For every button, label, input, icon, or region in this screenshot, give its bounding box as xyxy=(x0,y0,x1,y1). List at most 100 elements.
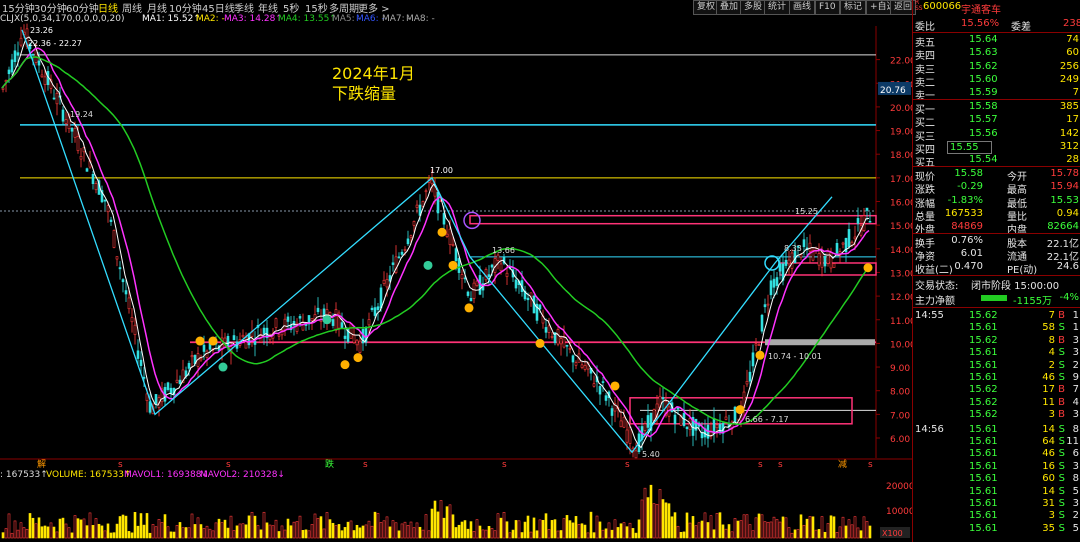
divider xyxy=(913,99,1080,100)
volume-bar xyxy=(502,511,506,539)
divider xyxy=(913,232,1080,234)
order-book-row[interactable]: 买四 15.55 312 xyxy=(913,140,1080,156)
stock-name[interactable]: 宇通客车 xyxy=(961,1,1001,16)
tick-direction: B xyxy=(1058,396,1065,408)
volume-bar xyxy=(376,513,380,539)
volume-bar xyxy=(466,528,470,539)
divider xyxy=(913,275,1080,276)
volume-bar xyxy=(655,503,659,539)
tick-volume: 3 xyxy=(1048,409,1055,421)
divider xyxy=(913,307,1080,308)
order-book-row[interactable]: 买二 15.57 17 xyxy=(913,114,1080,129)
volume-bar xyxy=(94,518,98,539)
order-book-row[interactable]: 买一 15.58 385 xyxy=(913,101,1080,116)
candle-body xyxy=(112,230,116,248)
quote-value: 82664 xyxy=(1047,221,1079,233)
event-marker: s xyxy=(778,460,783,470)
event-marker: 解 xyxy=(37,458,46,470)
tick-volume: 7 xyxy=(1048,310,1055,321)
tick-count: 8 xyxy=(1072,423,1079,435)
kline-chart[interactable]: 22.0021.0020.0019.0018.0017.0016.0015.00… xyxy=(0,0,912,542)
volume-bar xyxy=(262,511,266,539)
level-price: 15.54 xyxy=(969,154,998,166)
volume-bar xyxy=(475,519,479,539)
buy-signal-icon xyxy=(610,381,620,391)
volume-bar xyxy=(694,525,698,539)
event-marker: 减 xyxy=(838,458,847,470)
order-book-row[interactable]: 卖二 15.60 249 xyxy=(913,74,1080,89)
candle-body xyxy=(748,371,752,382)
volume-bar xyxy=(232,530,236,539)
order-book-row[interactable]: 卖三 15.62 256 xyxy=(913,61,1080,76)
candle-body xyxy=(343,335,347,339)
candle-body xyxy=(760,314,764,332)
price-tick-label: 8.00 xyxy=(890,388,910,398)
mavol2-label: MAVOL2: 210328↓ xyxy=(200,470,285,480)
buy-signal-icon xyxy=(863,263,873,273)
quote-value: 24.6 xyxy=(1056,261,1079,273)
candle-body xyxy=(127,297,131,310)
volume-bar xyxy=(682,531,686,539)
level-volume: 28 xyxy=(1066,154,1079,166)
volume-bar xyxy=(112,532,116,539)
volume-bar xyxy=(253,515,257,539)
stock-code[interactable]: 600066 xyxy=(923,1,961,12)
volume-bar xyxy=(190,513,194,539)
volume-bar xyxy=(418,526,422,539)
volume-bar xyxy=(547,529,551,539)
candle-body xyxy=(580,364,584,368)
volume-bar xyxy=(631,528,635,539)
candle-body xyxy=(853,236,857,240)
volume-bar xyxy=(259,529,263,539)
volume-bar xyxy=(280,525,284,539)
volume-bar xyxy=(865,521,869,539)
volume-bar xyxy=(412,527,416,539)
status-label: 交易状态: xyxy=(915,281,959,292)
tick-volume: 35 xyxy=(1042,522,1055,534)
buy-signal-icon xyxy=(735,405,745,415)
candle-body xyxy=(178,379,182,385)
candle-body xyxy=(610,408,614,416)
order-book-row[interactable]: 卖四 15.63 60 xyxy=(913,47,1080,62)
volume-bar xyxy=(775,519,779,539)
volume-bar xyxy=(595,515,599,539)
volume-bar xyxy=(712,529,716,539)
volume-bar xyxy=(274,519,278,539)
volume-bar xyxy=(658,489,662,539)
volume-bar xyxy=(88,512,92,539)
volume-bar xyxy=(97,523,101,539)
candle-body xyxy=(358,340,362,353)
tick-row: 15.61 58 S 1 xyxy=(913,322,1080,335)
stock-header: R SS 600066 宇通客车 xyxy=(913,0,1080,16)
volume-bar xyxy=(214,522,218,539)
volume-bar xyxy=(757,513,761,539)
candle-body xyxy=(475,280,479,286)
price-tick-label: 12.00 xyxy=(890,293,912,303)
volume-bar xyxy=(526,515,530,539)
price-tick-label: 19.00 xyxy=(890,128,912,138)
volume-bar xyxy=(85,525,89,539)
tick-direction: S xyxy=(1058,347,1065,359)
volume-bar xyxy=(70,532,74,539)
candle-body xyxy=(190,355,194,358)
volume-bar xyxy=(562,518,566,539)
candle-body xyxy=(277,334,281,337)
candle-body xyxy=(61,109,65,122)
tick-direction: B xyxy=(1058,409,1065,421)
volume-bar xyxy=(91,525,95,539)
volume-bar xyxy=(238,523,242,539)
volume-bar xyxy=(328,519,332,539)
tick-price: 15.62 xyxy=(969,396,998,408)
tick-price: 15.61 xyxy=(969,448,998,460)
volume-bar xyxy=(139,513,143,539)
order-book-row[interactable]: 卖五 15.64 74 xyxy=(913,34,1080,49)
volume-bar xyxy=(544,513,548,539)
tick-time: 14:55 xyxy=(915,310,944,321)
candle-body xyxy=(661,397,665,400)
volume-bar xyxy=(541,519,545,539)
tick-row: 14:56 15.61 14 S 8 xyxy=(913,424,1080,437)
volume-bar xyxy=(838,526,842,539)
order-book-row[interactable]: 买三 15.56 142 xyxy=(913,128,1080,143)
volume-bar xyxy=(781,516,785,539)
volume-bar xyxy=(691,516,695,539)
